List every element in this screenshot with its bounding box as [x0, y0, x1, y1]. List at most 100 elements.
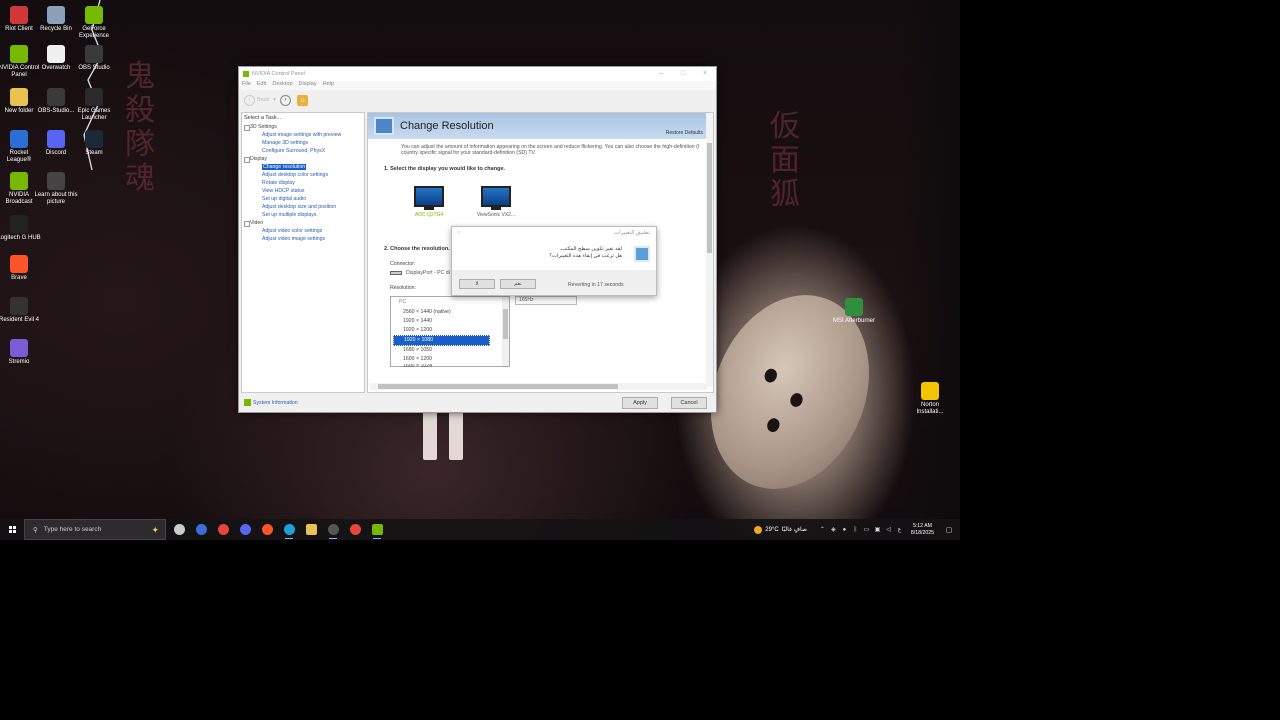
- file-explorer-icon[interactable]: [300, 519, 322, 540]
- monitor-icon: [414, 186, 444, 207]
- task-group-video[interactable]: Video: [242, 219, 364, 227]
- apply-changes-dialog: × تطبيق التغييرات لقد تغير تكوين سطح الم…: [451, 226, 657, 296]
- folder-icon: [10, 88, 28, 106]
- dialog-no-button[interactable]: لا: [459, 279, 495, 289]
- display-aoc[interactable]: AOC Q27G4: [409, 186, 449, 218]
- close-button[interactable]: ×: [694, 67, 716, 81]
- menu-display[interactable]: Display: [299, 81, 317, 90]
- resolution-list[interactable]: PC 2560 × 1440 (native) 1920 × 1440 1920…: [390, 296, 510, 368]
- task-manage-3d-settings[interactable]: Manage 3D settings: [242, 139, 364, 147]
- obs-icon[interactable]: [322, 519, 344, 540]
- cancel-button[interactable]: Cancel: [671, 397, 707, 409]
- toolbar: ‹ Back ▾ › ⌂: [239, 90, 716, 110]
- menu-help[interactable]: Help: [323, 81, 334, 90]
- forward-arrow-icon[interactable]: ›: [280, 94, 291, 106]
- task-view-hdcp[interactable]: View HDCP status: [242, 187, 364, 195]
- nvidia-broadcast-icon: [10, 172, 28, 190]
- task-group-display[interactable]: Display: [242, 155, 364, 163]
- bluetooth-icon[interactable]: ᛒ: [850, 527, 861, 533]
- desktop-icon[interactable]: Stremio: [0, 339, 41, 366]
- resolution-item[interactable]: 1600 × 1200: [393, 355, 490, 364]
- task-video-image[interactable]: Adjust video image settings: [242, 235, 364, 243]
- display-icon[interactable]: ▭: [861, 526, 872, 533]
- task-change-resolution[interactable]: Change resolution: [242, 163, 364, 171]
- weather-widget[interactable]: 29°C صافٍ غالبًا: [754, 525, 807, 534]
- desktop-icon[interactable]: OBS Studio: [72, 45, 116, 72]
- resolution-item[interactable]: 1680 × 1050: [393, 346, 490, 355]
- chrome-icon[interactable]: [212, 519, 234, 540]
- task-video-color[interactable]: Adjust video color settings: [242, 227, 364, 235]
- edge-icon[interactable]: [278, 519, 300, 540]
- task-group-3d-settings[interactable]: 3D Settings: [242, 123, 364, 131]
- dialog-close-icon[interactable]: ×: [457, 227, 460, 240]
- dialog-yes-button[interactable]: نعم: [500, 279, 536, 289]
- task-rotate-display[interactable]: Rotate display: [242, 179, 364, 187]
- menu-file[interactable]: File: [242, 81, 251, 90]
- desktop-icon[interactable]: Epic Games Launcher: [72, 88, 116, 122]
- desktop-icon-label: Logitech G HUB: [0, 235, 41, 241]
- resolution-list-scrollbar[interactable]: [502, 297, 509, 366]
- desktop-icon[interactable]: Logitech G HUB: [0, 215, 41, 242]
- desktop-icon[interactable]: MSI Afterburner: [832, 298, 876, 325]
- home-icon[interactable]: ⌂: [297, 94, 308, 106]
- wallpaper-shade: [900, 0, 960, 540]
- language-indicator[interactable]: ع: [894, 526, 905, 533]
- desktop-icon[interactable]: Norton Installati...: [908, 382, 952, 416]
- task-configure-surround[interactable]: Configure Surround, PhysX: [242, 147, 364, 155]
- task-adjust-image-settings[interactable]: Adjust image settings with preview: [242, 131, 364, 139]
- display-viewsonic[interactable]: ViewSonic VX2...: [476, 186, 516, 218]
- copilot-icon[interactable]: [190, 519, 212, 540]
- desktop-icon[interactable]: GeForce Experience: [72, 6, 116, 40]
- maximize-button[interactable]: □: [672, 67, 694, 81]
- window-titlebar[interactable]: NVIDIA Control Panel: [239, 67, 716, 81]
- task-view-icon[interactable]: [168, 519, 190, 540]
- desktop-icon[interactable]: Steam: [72, 130, 116, 157]
- menu-desktop[interactable]: Desktop: [272, 81, 292, 90]
- desktop-icon[interactable]: Brave: [0, 255, 41, 282]
- desktop-icon[interactable]: Learn about this picture: [34, 172, 78, 206]
- resolution-item[interactable]: 2560 × 1440 (native): [393, 308, 490, 317]
- microphone-icon[interactable]: ●: [839, 527, 850, 533]
- menu-edit[interactable]: Edit: [257, 81, 266, 90]
- show-hidden-icons[interactable]: ⌃: [817, 526, 828, 533]
- taskbar-clock[interactable]: 5:12 AM 8/18/2025: [911, 523, 934, 537]
- desktop-icon[interactable]: Resident Evil 4: [0, 297, 41, 324]
- revert-countdown: Reverting in 17 seconds: [568, 282, 624, 288]
- resolution-item[interactable]: 1600 × 1024: [393, 364, 490, 368]
- system-information-link[interactable]: System Information: [244, 399, 298, 406]
- taskbar-search[interactable]: ⚲ Type here to search ✦: [24, 519, 166, 540]
- resolution-item[interactable]: 1920 × 1200: [393, 326, 490, 335]
- brave-icon[interactable]: [256, 519, 278, 540]
- desktop-icon-label: Epic Games Launcher: [77, 108, 111, 121]
- task-desktop-size-position[interactable]: Adjust desktop size and position: [242, 203, 364, 211]
- monitor-icon[interactable]: ▣: [872, 526, 883, 533]
- back-arrow-icon[interactable]: ‹: [244, 94, 255, 106]
- minimize-button[interactable]: –: [650, 67, 672, 81]
- task-adjust-desktop-color[interactable]: Adjust desktop color settings: [242, 171, 364, 179]
- desktop-icon-label: Steam: [85, 150, 103, 156]
- monitor-icon: [481, 186, 511, 207]
- menu-bar: File Edit Desktop Display Help: [239, 81, 716, 90]
- content-vertical-scrollbar[interactable]: [706, 113, 713, 387]
- apply-button[interactable]: Apply: [622, 397, 658, 409]
- resolution-item-selected[interactable]: 1920 × 1080: [393, 335, 490, 346]
- back-dropdown-icon[interactable]: ▾: [273, 97, 276, 103]
- desktop-icon-label: Resident Evil 4: [0, 317, 40, 323]
- task-multiple-displays[interactable]: Set up multiple displays: [242, 211, 364, 219]
- obs-studio-icon: [85, 45, 103, 63]
- system-tray: 29°C صافٍ غالبًا ⌃ ◈ ● ᛒ ▭ ▣ ◁ ع 5:12 AM…: [754, 519, 960, 540]
- network-icon[interactable]: ◈: [828, 526, 839, 533]
- chrome-icon[interactable]: [344, 519, 366, 540]
- restore-defaults-link[interactable]: Restore Defaults: [666, 130, 703, 136]
- start-button[interactable]: [0, 519, 24, 540]
- task-digital-audio[interactable]: Set up digital audio: [242, 195, 364, 203]
- dialog-titlebar[interactable]: × تطبيق التغييرات: [452, 227, 656, 240]
- desktop-icon-label: Learn about this picture: [34, 192, 78, 205]
- notification-icon[interactable]: ▢: [942, 526, 956, 534]
- resolution-item[interactable]: 1920 × 1440: [393, 317, 490, 326]
- discord-icon[interactable]: [234, 519, 256, 540]
- nvidia-icon[interactable]: [366, 519, 388, 540]
- refresh-rate-select[interactable]: 165Hz: [515, 296, 577, 305]
- content-horizontal-scrollbar[interactable]: [370, 383, 707, 390]
- volume-icon[interactable]: ◁: [883, 526, 894, 533]
